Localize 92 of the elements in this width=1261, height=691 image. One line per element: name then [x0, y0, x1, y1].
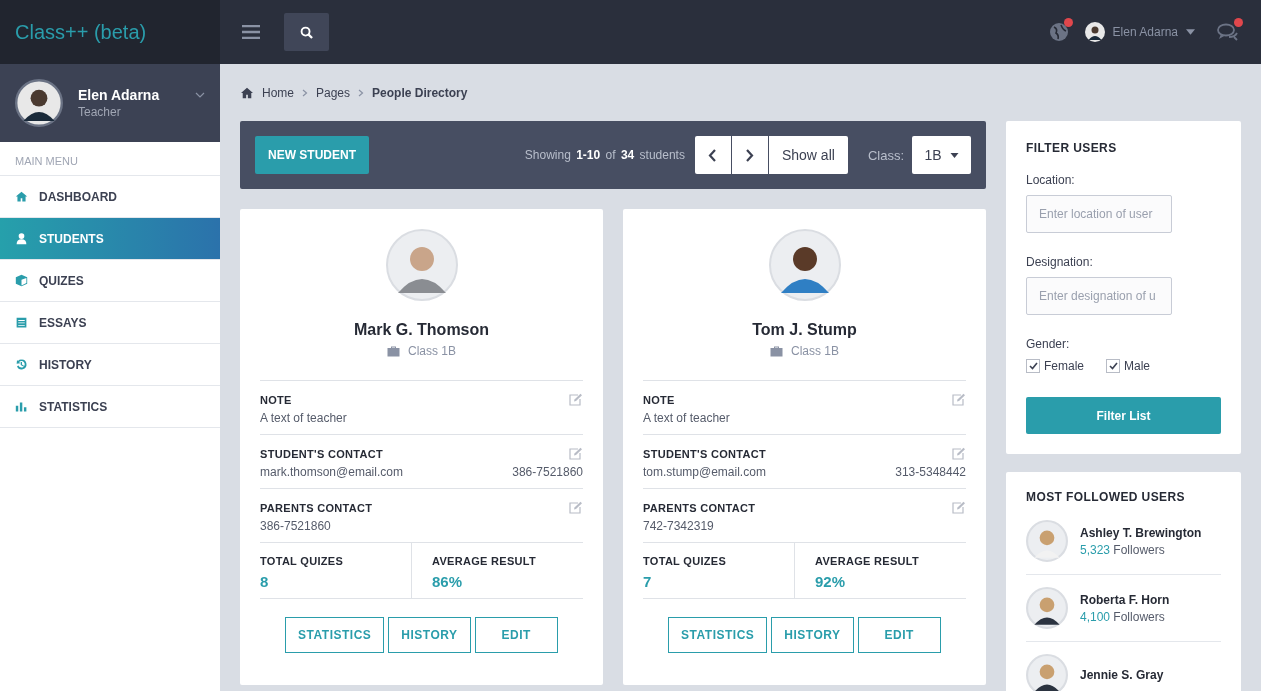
chevron-left-icon	[708, 148, 718, 162]
edit-icon[interactable]	[952, 501, 966, 514]
user-icon	[15, 232, 28, 245]
avatar-icon	[1026, 654, 1068, 691]
caret-icon[interactable]	[1186, 29, 1195, 35]
chevron-icon[interactable]	[195, 92, 205, 98]
search-icon	[300, 25, 313, 39]
breadcrumb-link[interactable]: Pages	[316, 85, 351, 100]
section-value: A text of teacher	[643, 411, 730, 425]
home-icon	[240, 86, 254, 99]
field-label: Designation:	[1026, 255, 1094, 269]
stat-label: AVERAGE RESULT	[815, 555, 921, 567]
sidebar-item[interactable]: ESSAYS	[0, 302, 220, 344]
section-label: PARENTS CONTACT	[260, 501, 373, 514]
checkbox[interactable]	[1026, 359, 1040, 373]
avatar-icon	[1026, 520, 1068, 562]
stat-label: AVERAGE RESULT	[432, 555, 538, 567]
class-dropdown[interactable]: 1B	[912, 136, 971, 174]
student-name: Mark G. Thomson	[353, 321, 490, 339]
show-all-button[interactable]: Show all	[768, 136, 848, 174]
checkbox[interactable]	[1106, 359, 1120, 373]
stat-value: 8	[260, 573, 270, 590]
sidebar-item[interactable]: STATISTICS	[0, 386, 220, 428]
panel-title: MOST FOLLOWED USERS	[1026, 490, 1186, 504]
avatar-icon	[385, 229, 458, 301]
section-label: NOTE	[643, 393, 675, 406]
avatar-icon	[15, 79, 63, 127]
menu-icon[interactable]	[242, 25, 260, 39]
input-field[interactable]: Enter location of user	[1026, 195, 1172, 233]
next-button[interactable]	[731, 136, 769, 174]
edit-icon[interactable]	[569, 501, 583, 514]
avatar-icon	[1084, 22, 1105, 42]
follower-count: 4,100 Followers	[1080, 609, 1166, 624]
section-label: STUDENT'S CONTACT	[643, 447, 766, 460]
menu-heading: MAIN MENU	[0, 142, 220, 176]
field-label: Location:	[1026, 173, 1076, 187]
section-value: 742-7342319	[643, 519, 714, 533]
profile-role: Teacher	[78, 105, 122, 119]
edit-icon[interactable]	[569, 393, 583, 406]
section-label: STUDENT'S CONTACT	[260, 447, 383, 460]
sidebar-item[interactable]: HISTORY	[0, 344, 220, 386]
bar-chart-icon	[15, 400, 28, 413]
chevron-right-icon	[745, 148, 755, 162]
stat-value: 92%	[815, 573, 847, 590]
panel-title: FILTER USERS	[1026, 141, 1118, 155]
edit-icon[interactable]	[952, 447, 966, 460]
history-icon	[15, 358, 28, 371]
section-value: mark.thomson@email.com	[260, 465, 403, 479]
sidebar-item[interactable]: QUIZES	[0, 260, 220, 302]
field-label: Gender:	[1026, 337, 1071, 351]
user-name[interactable]: Ashley T. Brewington	[1080, 525, 1202, 540]
phone-number: 313-5348442	[895, 465, 966, 479]
user-menu[interactable]: Elen Adarna	[1112, 25, 1178, 39]
section-label: PARENTS CONTACT	[643, 501, 756, 514]
phone-number: 386-7521860	[512, 465, 583, 479]
cube-icon	[15, 274, 28, 287]
checkbox-label: Male	[1124, 359, 1151, 373]
checkbox-label: Female	[1044, 359, 1084, 373]
chevron-icon	[358, 88, 365, 97]
brand-title: Class++ (beta)	[0, 0, 220, 64]
caret-icon	[949, 152, 959, 158]
student-class: Class 1B	[408, 344, 456, 358]
user-name[interactable]: Roberta F. Horn	[1080, 592, 1170, 607]
edit-icon[interactable]	[569, 447, 583, 460]
section-value: A text of teacher	[260, 411, 347, 425]
student-class: Class 1B	[791, 344, 839, 358]
stat-label: TOTAL QUIZES	[643, 555, 728, 567]
list-icon	[15, 316, 28, 329]
stat-label: TOTAL QUIZES	[260, 555, 345, 567]
follower-count: 5,323 Followers	[1080, 542, 1166, 557]
avatar-icon	[1026, 587, 1068, 629]
chevron-icon	[302, 88, 308, 97]
student-name: Tom J. Stump	[752, 321, 857, 339]
sidebar-item[interactable]: STUDENTS	[0, 218, 220, 260]
section-label: NOTE	[260, 393, 292, 406]
section-value: 386-7521860	[260, 519, 331, 533]
section-value: tom.stump@email.com	[643, 465, 766, 479]
class-label: Class:	[867, 147, 904, 163]
search-button[interactable]	[284, 13, 329, 51]
home-icon	[15, 190, 28, 203]
previous-button[interactable]	[694, 136, 732, 174]
stat-value: 86%	[432, 573, 464, 590]
profile-name: Elen Adarna	[78, 87, 161, 103]
breadcrumb-link[interactable]: Home	[262, 85, 294, 100]
avatar-icon	[768, 229, 841, 301]
briefcase-icon	[770, 345, 783, 357]
edit-icon[interactable]	[952, 393, 966, 406]
pagination-info: Showing 1-10 of 34 students	[524, 148, 685, 162]
user-name[interactable]: Jennie S. Gray	[1080, 668, 1164, 682]
input-field[interactable]: Enter designation of u	[1026, 277, 1172, 315]
stat-value: 7	[643, 573, 653, 590]
briefcase-icon	[387, 345, 400, 357]
